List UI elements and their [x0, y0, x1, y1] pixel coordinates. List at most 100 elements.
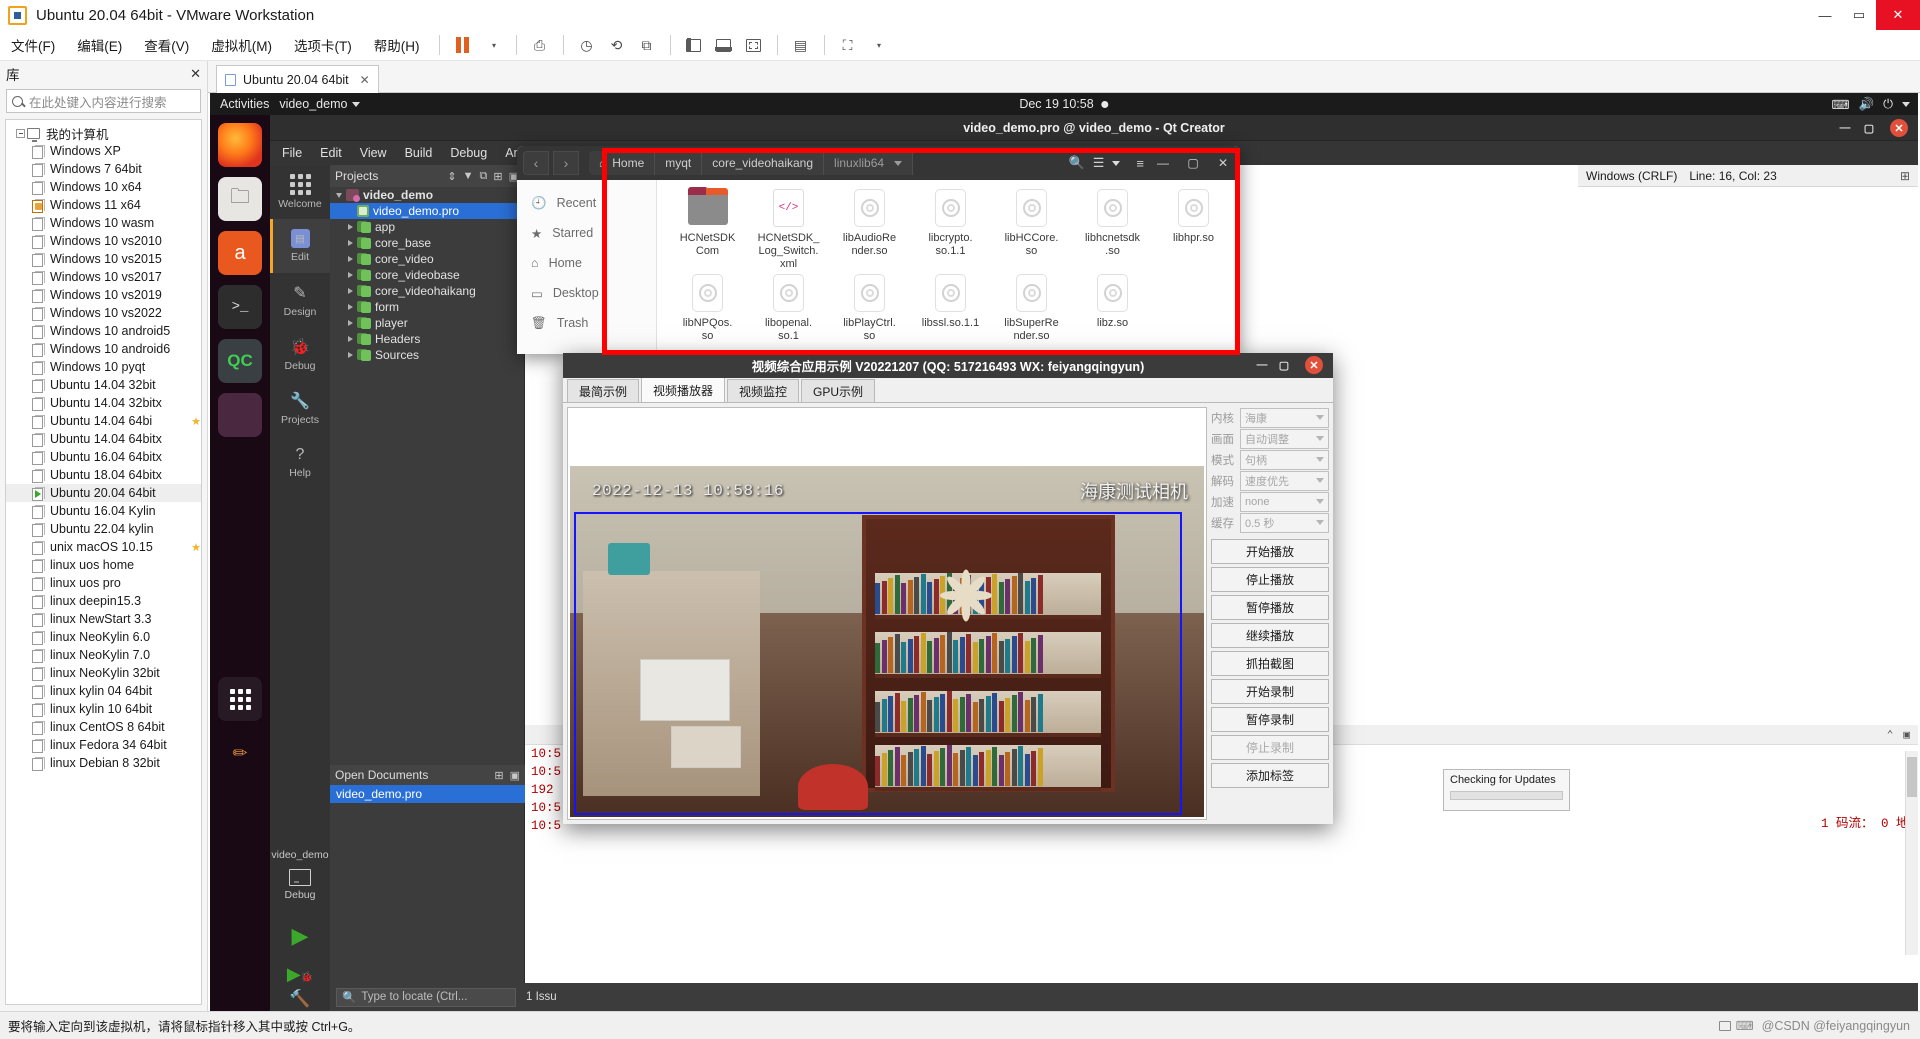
- vm-tab-ubuntu[interactable]: Ubuntu 20.04 64bit ✕: [216, 65, 379, 93]
- file-item[interactable]: HCNetSDK Com: [667, 186, 748, 271]
- chevron-right-icon[interactable]: [348, 320, 353, 326]
- network-icon[interactable]: ⌨: [1736, 1018, 1754, 1033]
- video-setting-select[interactable]: 速度优先: [1240, 470, 1329, 491]
- file-item[interactable]: libSuperRe nder.so: [991, 273, 1072, 343]
- library-item[interactable]: linux NewStart 3.3: [6, 610, 201, 628]
- menu-vm[interactable]: 虚拟机(M): [200, 35, 283, 55]
- chevron-right-icon[interactable]: [348, 352, 353, 358]
- qt-menu-debug[interactable]: Debug: [450, 146, 487, 160]
- view-options-chevron-icon[interactable]: [1112, 160, 1121, 166]
- library-item[interactable]: Windows 10 android6: [6, 340, 201, 358]
- video-action-button[interactable]: 暂停录制: [1211, 707, 1329, 732]
- qtcreator-modebar[interactable]: Welcome ▤ Edit ✎ Design 🐞 Debug 🔧 Projec…: [270, 165, 330, 1011]
- build-hammer-icon[interactable]: 🔨: [270, 989, 330, 1009]
- project-tree-row[interactable]: core_video: [330, 251, 524, 267]
- opendocs-close-icon[interactable]: ▣: [510, 769, 520, 782]
- video-demo-tabbar[interactable]: 最简示例 视频播放器 视频监控 GPU示例: [563, 377, 1333, 403]
- unity-mode-icon[interactable]: ▤: [788, 33, 814, 57]
- chevron-down-icon[interactable]: [894, 160, 903, 166]
- video-demo-minimize-button[interactable]: —: [1253, 356, 1271, 374]
- chevron-right-icon[interactable]: [348, 240, 353, 246]
- library-item[interactable]: unix macOS 10.15 ★: [6, 538, 201, 556]
- disk-icon[interactable]: [1718, 1020, 1731, 1031]
- video-action-button[interactable]: 开始录制: [1211, 679, 1329, 704]
- file-item[interactable]: libhpr.so: [1153, 188, 1234, 271]
- qt-maximize-button[interactable]: ▢: [1860, 119, 1878, 137]
- file-manager-maximize-button[interactable]: ▢: [1182, 152, 1204, 174]
- chevron-right-icon[interactable]: [348, 336, 353, 342]
- video-setting-field[interactable]: 缓存 0.5 秒: [1211, 512, 1329, 533]
- file-grid[interactable]: HCNetSDK Com </> HCNetSDK_ Log_Switch. xmllib…: [657, 180, 1240, 354]
- library-item[interactable]: linux uos pro: [6, 574, 201, 592]
- qt-close-button[interactable]: ✕: [1890, 119, 1908, 137]
- sidebar-item-starred[interactable]: ★ Starred: [517, 218, 656, 248]
- project-tree-row[interactable]: app: [330, 219, 524, 235]
- project-tree-row[interactable]: player: [330, 315, 524, 331]
- library-item[interactable]: linux NeoKylin 32bit: [6, 664, 201, 682]
- pause-dropdown-icon[interactable]: ▾: [480, 33, 506, 57]
- library-item[interactable]: Windows 10 vs2015: [6, 250, 201, 268]
- chevron-right-icon[interactable]: [348, 272, 353, 278]
- project-tree-row[interactable]: core_videohaikang: [330, 283, 524, 299]
- library-item[interactable]: Windows 10 vs2019: [6, 286, 201, 304]
- video-setting-select[interactable]: 自动调整: [1240, 428, 1329, 449]
- library-item[interactable]: Ubuntu 20.04 64bit: [6, 484, 201, 502]
- locator-input[interactable]: 🔍 Type to locate (Ctrl...: [336, 987, 516, 1007]
- video-demo-tab[interactable]: GPU示例: [801, 379, 876, 402]
- run-button[interactable]: ▶: [270, 923, 330, 949]
- video-action-button[interactable]: 继续播放: [1211, 623, 1329, 648]
- ubuntu-dock[interactable]: 🗀 a >_ QC ✏: [210, 115, 270, 1011]
- mode-help[interactable]: ? Help: [270, 435, 330, 489]
- menu-file[interactable]: 文件(F): [0, 35, 66, 55]
- pause-vm-button[interactable]: [450, 33, 476, 57]
- project-tree-row[interactable]: core_base: [330, 235, 524, 251]
- project-tree-row[interactable]: video_demo: [330, 187, 524, 203]
- library-item[interactable]: linux uos home: [6, 556, 201, 574]
- status-device-icons[interactable]: ⌨: [1718, 1018, 1754, 1033]
- view-list-icon[interactable]: ☰: [1093, 155, 1105, 171]
- library-item[interactable]: linux NeoKylin 7.0: [6, 646, 201, 664]
- video-action-button[interactable]: 停止播放: [1211, 567, 1329, 592]
- amazon-icon[interactable]: a: [218, 231, 262, 275]
- menu-edit[interactable]: 编辑(E): [66, 35, 133, 55]
- video-setting-select[interactable]: 海康: [1240, 407, 1329, 428]
- breadcrumb-core-videohaikang[interactable]: core_videohaikang: [702, 151, 825, 175]
- filter-icon[interactable]: ▼: [463, 170, 474, 183]
- library-item[interactable]: linux Debian 8 32bit: [6, 754, 201, 772]
- project-tree-row[interactable]: core_videobase: [330, 267, 524, 283]
- snapshot-manager-icon[interactable]: ⧉: [634, 33, 660, 57]
- maximize-button[interactable]: ▭: [1842, 0, 1876, 30]
- qt-menu-build[interactable]: Build: [405, 146, 433, 160]
- file-item[interactable]: libHCCore. so: [991, 188, 1072, 271]
- video-demo-tab[interactable]: 视频监控: [727, 379, 800, 402]
- file-item[interactable]: libssl.so.1.1: [910, 273, 991, 343]
- menu-tabs[interactable]: 选项卡(T): [283, 35, 363, 55]
- blank-icon[interactable]: [218, 393, 262, 437]
- show-thumbnails-icon[interactable]: [711, 33, 737, 57]
- chevron-right-icon[interactable]: [348, 288, 353, 294]
- breadcrumb-home[interactable]: ⌂ Home: [589, 151, 656, 175]
- pencil-icon[interactable]: ✏: [218, 731, 262, 775]
- file-item[interactable]: </> HCNetSDK_ Log_Switch. xml: [748, 188, 829, 271]
- revert-snapshot-icon[interactable]: ⟲: [604, 33, 630, 57]
- issues-label[interactable]: 1 Issu: [526, 991, 557, 1003]
- library-item[interactable]: linux kylin 04 64bit: [6, 682, 201, 700]
- library-item[interactable]: Windows 10 vs2017: [6, 268, 201, 286]
- project-tree[interactable]: video_demo video_demo.pro app core_base core…: [330, 187, 524, 363]
- volume-icon[interactable]: 🔊: [1859, 97, 1875, 112]
- back-button[interactable]: ‹: [523, 151, 549, 175]
- terminal-icon[interactable]: >_: [218, 285, 262, 329]
- file-item[interactable]: libcrypto. so.1.1: [910, 188, 991, 271]
- mode-edit[interactable]: ▤ Edit: [270, 219, 330, 273]
- hamburger-menu-icon[interactable]: ≡: [1136, 156, 1144, 171]
- snapshot-icon[interactable]: ◷: [574, 33, 600, 57]
- files-icon[interactable]: 🗀: [218, 177, 262, 221]
- video-canvas[interactable]: 2022-12-13 10:58:16 海康测试相机: [570, 466, 1204, 817]
- show-console-icon[interactable]: [741, 33, 767, 57]
- library-root-row[interactable]: 我的计算机: [6, 124, 201, 142]
- firefox-icon[interactable]: [218, 123, 262, 167]
- video-setting-select[interactable]: none: [1240, 491, 1329, 512]
- mode-design[interactable]: ✎ Design: [270, 273, 330, 327]
- video-setting-field[interactable]: 模式 句柄: [1211, 449, 1329, 470]
- qt-menu-view[interactable]: View: [360, 146, 387, 160]
